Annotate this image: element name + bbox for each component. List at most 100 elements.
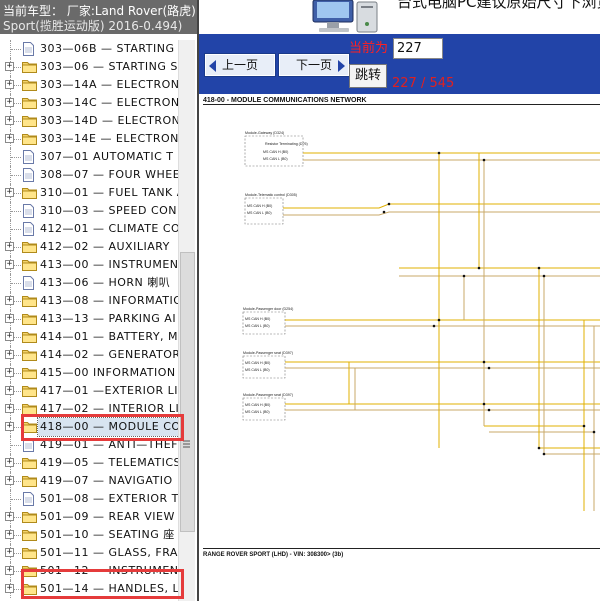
tree-item[interactable]: 310—03 — SPEED CON [0, 202, 178, 220]
expand-icon[interactable]: + [5, 62, 14, 71]
tree-item[interactable]: +303—14C — ELECTRON [0, 94, 178, 112]
expand-icon[interactable]: + [5, 584, 14, 593]
tree-item-label: 308—07 — FOUR WHEE [40, 168, 178, 181]
page-navigation-bar: 上一页 下一页 当前为 跳转 227 / 545 [199, 34, 600, 94]
tree-item[interactable]: +501—10 — SEATING 座 [0, 526, 178, 544]
expand-icon[interactable]: + [5, 80, 14, 89]
splice-dot [542, 452, 546, 456]
tree-item[interactable]: +303—14A — ELECTRON [0, 76, 178, 94]
tree-item-label: 303—06 — STARTING S [40, 60, 178, 73]
tree-item[interactable]: 412—01 — CLIMATE CO [0, 220, 178, 238]
document-page-icon [22, 42, 36, 56]
expand-icon[interactable]: + [5, 476, 14, 485]
folder-icon [22, 528, 37, 542]
tree-item[interactable]: +419—07 — NAVIGATIO [0, 472, 178, 490]
tree-item[interactable]: +413—13 — PARKING AI [0, 310, 178, 328]
expand-icon[interactable]: + [5, 386, 14, 395]
expand-icon[interactable]: + [5, 404, 14, 413]
splice-dot [382, 210, 386, 214]
expand-icon[interactable]: + [5, 188, 14, 197]
folder-icon [22, 384, 37, 398]
expand-icon[interactable]: + [5, 134, 14, 143]
expand-icon[interactable]: + [5, 314, 14, 323]
expand-icon[interactable]: + [5, 260, 14, 269]
tree-item[interactable]: +310—01 — FUEL TANK A [0, 184, 178, 202]
expand-icon[interactable]: + [5, 368, 14, 377]
document-footer: RANGE ROVER SPORT (LHD) - VIN: 308300> (… [203, 552, 344, 558]
expand-icon[interactable]: + [5, 422, 14, 431]
expand-icon[interactable]: + [5, 296, 14, 305]
right-pane: 台式电脑PC建议原始尺寸下浏览 上一页 下一页 当前为 跳转 227 / 545… [197, 0, 600, 601]
expand-icon[interactable]: + [5, 458, 14, 467]
tree-item-label: 501—10 — SEATING 座 [40, 528, 175, 541]
tree-guide-branch [11, 49, 21, 50]
module-title: Module-Passenger seat (D397) [243, 351, 293, 355]
tree-item-label: 419—05 — TELEMATICS [40, 456, 178, 469]
tree-item[interactable]: +419—05 — TELEMATICS [0, 454, 178, 472]
tree-scrollbar-thumb[interactable] [180, 252, 195, 532]
expand-icon[interactable]: + [5, 548, 14, 557]
splice-dot [537, 446, 541, 450]
module-box-passenger [242, 355, 286, 379]
folder-icon [22, 96, 37, 110]
expand-icon[interactable]: + [5, 98, 14, 107]
tree-item[interactable]: +413—08 — INFORMATIO [0, 292, 178, 310]
module-sub-label: MS CAN L (B0) [247, 211, 272, 215]
splice-dot [462, 274, 466, 278]
tree-item-label: 303—14C — ELECTRON [40, 96, 178, 109]
tree-item[interactable]: +417—01 —EXTERIOR LI [0, 382, 178, 400]
can-high-bus [283, 203, 600, 209]
tree-item-label: 307—01 AUTOMATIC T [40, 150, 174, 163]
tree-guide-branch [11, 157, 21, 158]
module-sub-label: MS CAN L (B0) [245, 410, 270, 414]
folder-icon [22, 132, 37, 146]
tree-item-label: 310—03 — SPEED CON [40, 204, 178, 217]
module-box-passenger [242, 397, 286, 421]
arrow-left-icon [209, 60, 216, 72]
expand-icon[interactable]: + [5, 242, 14, 251]
splice-dot [437, 318, 441, 322]
chapter-tree: 303—06B — STARTING +303—06 — STARTING S +3… [0, 40, 178, 601]
expand-icon[interactable]: + [5, 530, 14, 539]
module-title: Module-Gateway (D324) [245, 131, 284, 135]
tree-item[interactable]: +501—09 — REAR VIEW [0, 508, 178, 526]
tree-item[interactable]: +414—01 — BATTERY, M [0, 328, 178, 346]
banner: 台式电脑PC建议原始尺寸下浏览 [309, 0, 600, 34]
left-pane: 当前车型： 厂家:Land Rover(路虎)Range Rover Sport… [0, 0, 197, 601]
module-sub-label: MS CAN L (B0) [263, 157, 288, 161]
page-number-input[interactable] [393, 38, 443, 59]
tree-scrollbar[interactable] [178, 40, 195, 601]
expand-icon[interactable]: + [5, 566, 14, 575]
tree-item[interactable]: +303—14D — ELECTRON [0, 112, 178, 130]
tree-item[interactable]: +415—00 INFORMATION [0, 364, 178, 382]
tree-guide-branch [11, 175, 21, 176]
tree-item[interactable]: 307—01 AUTOMATIC T [0, 148, 178, 166]
tree-item[interactable]: +412—02 — AUXILIARY [0, 238, 178, 256]
tree-item[interactable]: +501—11 — GLASS, FRA [0, 544, 178, 562]
page-count: 227 / 545 [392, 76, 455, 91]
vehicle-header-line1: 当前车型： 厂家:Land Rover(路虎)Range Rover [3, 4, 197, 18]
tree-item-label: 417—01 —EXTERIOR LI [40, 384, 178, 397]
footer-rule [203, 548, 600, 549]
prev-page-button[interactable]: 上一页 [204, 53, 276, 77]
document-view[interactable]: 418-00 - MODULE COMMUNICATIONS NETWORK M… [199, 94, 600, 601]
tree-item[interactable]: +303—14E — ELECTRON [0, 130, 178, 148]
tree-item[interactable]: +413—00 — INSTRUMEN [0, 256, 178, 274]
module-sub-label: MS CAN H (B0) [247, 204, 272, 208]
expand-icon[interactable]: + [5, 512, 14, 521]
tree-item-label: 414—02 — GENERATOR [40, 348, 178, 361]
tree-item[interactable]: +414—02 — GENERATOR [0, 346, 178, 364]
tree-item[interactable]: +303—06 — STARTING S [0, 58, 178, 76]
tree-guide-branch [11, 229, 21, 230]
expand-icon[interactable]: + [5, 350, 14, 359]
go-to-page-button[interactable]: 跳转 [349, 64, 387, 88]
expand-icon[interactable]: + [5, 116, 14, 125]
folder-icon [22, 312, 37, 326]
next-page-button[interactable]: 下一页 [278, 53, 350, 77]
folder-icon [22, 348, 37, 362]
tree-item[interactable]: 308—07 — FOUR WHEE [0, 166, 178, 184]
tree-item[interactable]: 413—06 — HORN 喇叭 [0, 274, 178, 292]
tree-item[interactable]: 501—08 — EXTERIOR T [0, 490, 178, 508]
expand-icon[interactable]: + [5, 332, 14, 341]
tree-item[interactable]: 303—06B — STARTING [0, 40, 178, 58]
